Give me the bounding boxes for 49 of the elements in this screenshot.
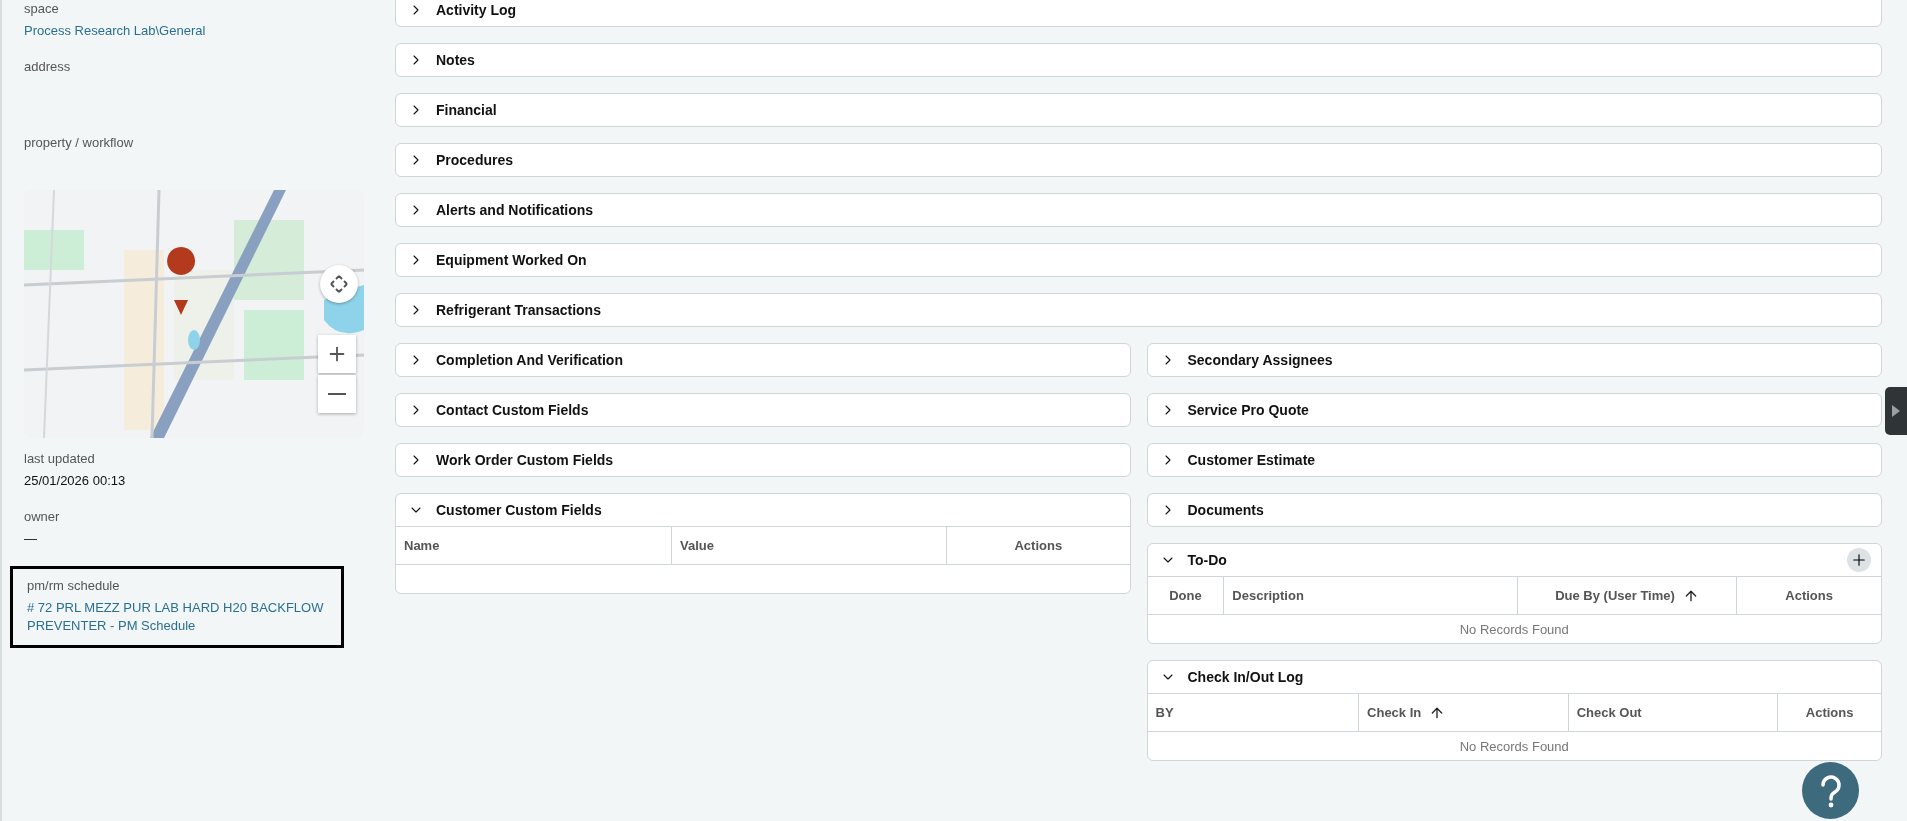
zoom-in-button[interactable] (318, 335, 356, 373)
field-value: — (24, 530, 38, 548)
field-label: space (24, 0, 60, 17)
column-header[interactable]: Actions (946, 527, 1130, 564)
zoom-out-button[interactable] (318, 375, 356, 413)
column-header[interactable]: Due By (User Time) (1516, 577, 1737, 614)
help-button[interactable] (1802, 762, 1859, 819)
section-title[interactable]: Alerts and Notifications (436, 202, 594, 218)
column-header[interactable]: Check In (1358, 694, 1568, 731)
section-title[interactable]: Activity Log (436, 2, 517, 18)
section-title[interactable]: Financial (436, 102, 497, 118)
section-title[interactable]: Secondary Assignees (1187, 352, 1333, 368)
triangle-right-icon (1891, 404, 1901, 418)
column-header[interactable]: Description (1223, 577, 1517, 614)
field-value: 25/01/2026 00:13 (24, 472, 127, 490)
section-title[interactable]: Equipment Worked On (436, 252, 587, 268)
section-title[interactable]: Check In/Out Log (1187, 669, 1304, 685)
section-title[interactable]: Completion And Verification (436, 352, 623, 368)
column-header[interactable]: Actions (1736, 577, 1881, 614)
column-header[interactable]: Value (671, 527, 947, 564)
add-button[interactable] (1847, 548, 1871, 572)
empty-message: No Records Found (1458, 737, 1570, 756)
column-header[interactable]: Name (396, 527, 672, 564)
section-title[interactable]: Documents (1187, 502, 1264, 518)
column-header[interactable]: BY (1147, 694, 1359, 731)
section-title[interactable]: Procedures (436, 152, 514, 168)
section-title[interactable]: Customer Custom Fields (436, 502, 602, 518)
section-title[interactable]: To-Do (1187, 552, 1227, 568)
field-link[interactable]: Process Research Lab\General (24, 22, 370, 40)
section-title[interactable]: Notes (436, 52, 475, 68)
empty-message: No Records Found (1458, 620, 1570, 639)
minus-icon (328, 393, 346, 395)
move-arrows-icon (329, 274, 349, 294)
field-label: pm/rm schedule (27, 577, 121, 594)
field-label: address (24, 58, 72, 75)
column-header[interactable]: Check Out (1567, 694, 1778, 731)
section-title[interactable]: Refrigerant Transactions (436, 302, 601, 318)
field-label: property / workflow (24, 134, 135, 151)
section-title[interactable]: Contact Custom Fields (436, 402, 589, 418)
column-header[interactable]: Actions (1777, 694, 1881, 731)
field-label: last updated (24, 450, 96, 467)
plus-icon (1850, 551, 1868, 569)
schedule-link[interactable]: # 72 PRL MEZZ PUR LAB HARD H20 BACKFLOW PREVENTER - PM Schedule (27, 599, 327, 635)
side-panel-toggle[interactable] (1885, 387, 1907, 435)
section-title[interactable]: Customer Estimate (1187, 452, 1316, 468)
column-header[interactable]: Done (1147, 577, 1224, 614)
field-label: owner (24, 508, 61, 525)
section-title[interactable]: Work Order Custom Fields (436, 452, 614, 468)
section-title[interactable]: Service Pro Quote (1187, 402, 1309, 418)
